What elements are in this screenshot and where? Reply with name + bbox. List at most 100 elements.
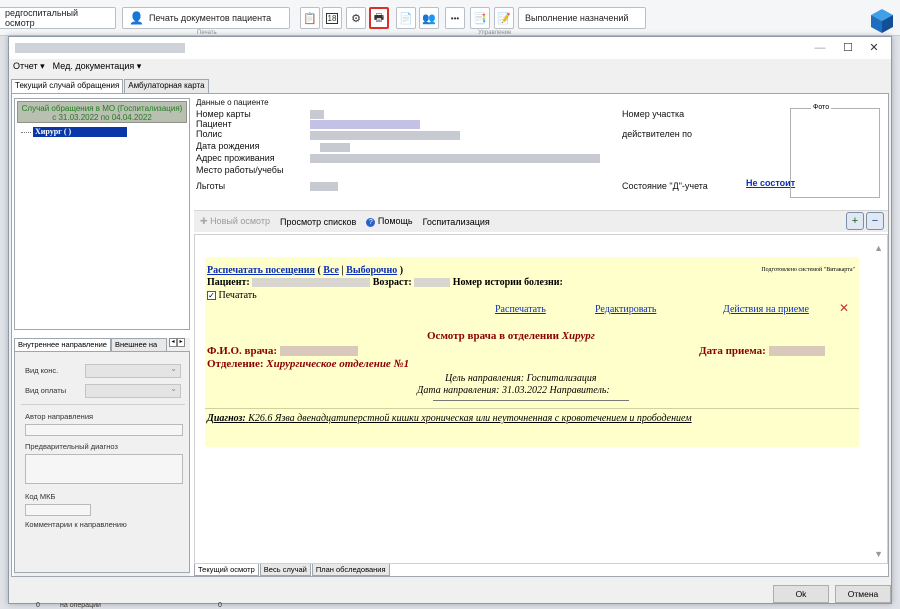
case-header[interactable]: Случай обращения в МО (Госпитализация) с… (17, 101, 187, 123)
address-redacted (310, 154, 600, 163)
clipboard-icon[interactable]: 📄 (396, 7, 416, 29)
app-ribbon: редгоспитальный осмотр 👤 Печать документ… (0, 0, 900, 36)
maximize-button[interactable]: ☐ (835, 40, 861, 56)
hospitalization-button[interactable]: Госпитализация (423, 217, 490, 227)
mkb-code-label: Код МКБ (25, 492, 56, 501)
delete-icon[interactable]: ✕ (839, 301, 849, 315)
policy-label: Полис (196, 129, 223, 139)
tab-current-exam[interactable]: Текущий осмотр (194, 564, 259, 576)
print-patient-docs-button[interactable]: 👤 Печать документов пациента (122, 7, 290, 29)
exam-document-frame: ▲ Распечатать посещения ( Все | Выборочн… (194, 234, 888, 564)
exam-bottom-tabs: Текущий осмотр Весь случай План обследов… (194, 564, 391, 576)
work-label: Место работы/учебы (196, 165, 284, 175)
d-status-link[interactable]: Не состоит (746, 178, 795, 188)
tab-internal-direction[interactable]: Внутреннее направление (14, 338, 111, 351)
zoom-in-icon[interactable]: + (846, 212, 864, 230)
app-logo-icon (871, 9, 893, 33)
menu-report[interactable]: Отчет ▾ (13, 61, 45, 75)
patient-info: Данные о пациенте Номер карты Пациент По… (192, 98, 886, 206)
exam-document: Распечатать посещения ( Все | Выборочно … (205, 257, 859, 447)
author-field[interactable] (25, 424, 183, 436)
prepared-by-note: Подготовлено системой "Витакарта" (761, 267, 855, 273)
direction-tabs: Внутреннее направление Внешнее на ◂ ▸ (14, 338, 190, 351)
print-visits-link[interactable]: Распечатать посещения (207, 265, 315, 276)
print-checkbox-row[interactable]: ✓ Печатать (207, 290, 257, 301)
window-titlebar: — ☐ ✕ (9, 37, 891, 59)
case-tree-panel: Случай обращения в МО (Госпитализация) с… (14, 98, 190, 330)
comments-label: Комментарии к направлению (25, 520, 127, 529)
print-checkbox[interactable]: ✓ (207, 291, 216, 301)
help-button[interactable]: ? Помощь (366, 216, 413, 227)
tree-item-surgeon[interactable]: Хирург ( ) (33, 127, 127, 137)
doctor-name-redacted (279, 346, 358, 357)
patient-info-header: Данные о пациенте (196, 98, 269, 107)
cancel-button[interactable]: Отмена (835, 585, 891, 603)
tab-exam-plan[interactable]: План обследования (311, 564, 390, 576)
d-status-label: Состояние "Д"-учета (622, 181, 708, 191)
edit-link[interactable]: Редактировать (595, 304, 656, 315)
bg-row-number: 0 (36, 602, 40, 609)
valid-until-label: действителен по (622, 129, 693, 139)
print-link[interactable]: Распечатать (495, 304, 546, 315)
address-label: Адрес проживания (196, 153, 275, 163)
author-label: Автор направления (25, 412, 94, 421)
tree-connector (21, 132, 31, 133)
tab-scroll-right-icon[interactable]: ▸ (176, 338, 185, 347)
view-lists-button[interactable]: Просмотр списков (280, 217, 356, 227)
actions-link[interactable]: Действия на приеме (723, 304, 809, 315)
visit-date-line: Дата приема: (699, 345, 825, 357)
doctor-line: Ф.И.О. врача: (207, 345, 358, 357)
patient-line: Пациент: Возраст: Номер истории болезни: (207, 277, 563, 288)
ok-button[interactable]: Ok (773, 585, 829, 603)
user-settings-icon[interactable]: 👥 (419, 7, 439, 29)
report-icon[interactable]: 📑 (470, 7, 490, 29)
consult-type-select[interactable] (85, 364, 181, 378)
tab-current-case[interactable]: Текущий случай обращения (11, 79, 124, 93)
direction-date: Дата направления: 31.03.2022 Направитель… (417, 385, 610, 396)
minimize-button[interactable]: — (807, 40, 833, 56)
direction-form: Вид конс. Вид оплаты Автор направления П… (14, 351, 190, 573)
bg-row-number-2: 0 (218, 602, 222, 609)
settings-document-icon[interactable]: ⚙ (346, 7, 366, 29)
close-button[interactable]: ✕ (861, 40, 887, 56)
hospital-exam-button[interactable]: редгоспитальный осмотр (0, 7, 116, 29)
card-number-redacted (310, 110, 324, 119)
direction-purpose: Цель направления: Госпитализация (445, 373, 597, 384)
benefits-redacted (310, 182, 338, 191)
zoom-out-icon[interactable]: − (866, 212, 884, 230)
tab-ambulatory-card[interactable]: Амбулаторная карта (124, 79, 209, 93)
new-exam-button[interactable]: ✚ Новый осмотр (200, 216, 270, 227)
more-icon[interactable]: ••• (445, 7, 465, 29)
patient-name-redacted-doc (252, 278, 371, 288)
district-label: Номер участка (622, 109, 685, 119)
prelim-diag-label: Предварительный диагноз (25, 442, 118, 451)
payment-type-select[interactable] (85, 384, 181, 398)
visit-date-redacted (768, 346, 825, 357)
doc-divider (205, 408, 859, 409)
calendar-icon[interactable]: 18 (322, 7, 342, 29)
benefits-label: Льготы (196, 181, 226, 191)
signature-line (433, 400, 629, 401)
tab-whole-case[interactable]: Весь случай (259, 564, 311, 576)
selective-link[interactable]: Выборочно (346, 265, 397, 276)
exam-toolbar: ✚ Новый осмотр Просмотр списков ? Помощь… (194, 210, 888, 232)
add-document-icon[interactable]: 📋 (300, 7, 320, 29)
menu-med-docs[interactable]: Мед. документация ▾ (53, 61, 142, 75)
consult-type-label: Вид конс. (25, 366, 59, 375)
report-settings-icon[interactable]: 📝 (494, 7, 514, 29)
mkb-code-field[interactable] (25, 504, 91, 516)
patient-name-redacted (310, 120, 420, 129)
card-number-label: Номер карты (196, 109, 251, 119)
tab-external-direction[interactable]: Внешнее на (110, 338, 167, 351)
appointments-button[interactable]: Выполнение назначений (518, 7, 646, 29)
tab-scroll-left-icon[interactable]: ◂ (168, 338, 177, 347)
scroll-down-icon[interactable]: ▼ (874, 549, 883, 559)
payment-type-label: Вид оплаты (25, 386, 67, 395)
scroll-up-icon[interactable]: ▲ (874, 243, 883, 253)
prelim-diag-field[interactable] (25, 454, 183, 484)
policy-redacted (310, 131, 460, 140)
all-link[interactable]: Все (323, 265, 339, 276)
case-tabs: Текущий случай обращения Амбулаторная ка… (11, 79, 210, 93)
printer-user-icon: 👤 (129, 11, 144, 25)
print-document-icon[interactable]: 🖶 (369, 7, 389, 29)
